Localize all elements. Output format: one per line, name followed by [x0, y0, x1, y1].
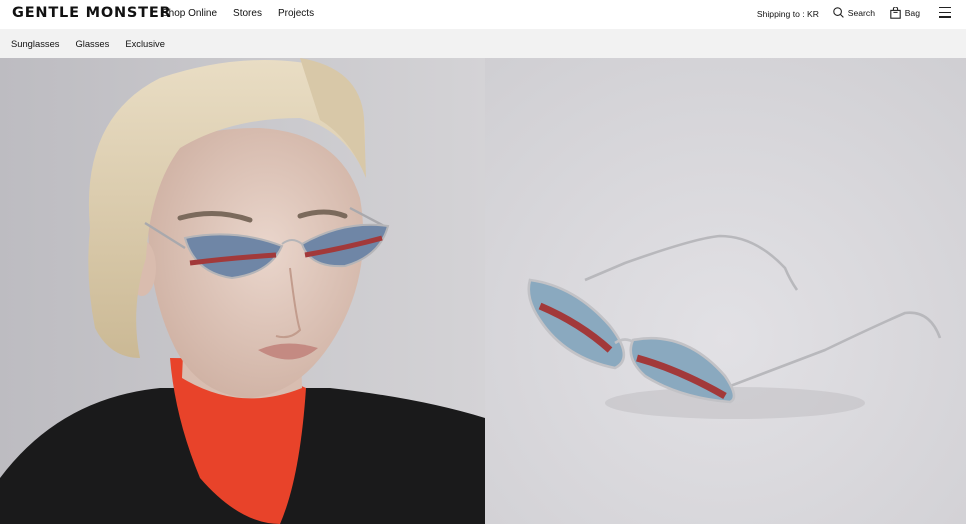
search-icon [833, 7, 844, 18]
product-photo[interactable] [485, 58, 966, 524]
category-glasses[interactable]: Glasses [75, 38, 109, 49]
bag-button[interactable]: Bag [889, 7, 920, 19]
category-nav: Sunglasses Glasses Exclusive [11, 38, 165, 49]
nav-stores[interactable]: Stores [233, 8, 262, 19]
category-sunglasses[interactable]: Sunglasses [11, 38, 59, 49]
category-exclusive[interactable]: Exclusive [125, 38, 165, 49]
category-bar: Sunglasses Glasses Exclusive [0, 29, 966, 58]
sunglasses-product-illustration [485, 58, 966, 524]
model-photo-illustration [0, 58, 485, 524]
bag-icon [889, 7, 901, 19]
main-nav: Shop Online Stores Projects [162, 8, 314, 19]
search-button[interactable]: Search [833, 7, 875, 18]
shipping-selector[interactable]: Shipping to : KR [757, 9, 819, 19]
model-photo[interactable] [0, 58, 485, 524]
bag-label: Bag [904, 8, 920, 18]
nav-shop-online[interactable]: Shop Online [162, 8, 217, 19]
top-navigation-bar: GENTLE MONSTER Shop Online Stores Projec… [0, 0, 966, 29]
nav-projects[interactable]: Projects [278, 8, 314, 19]
shipping-label: Shipping to : KR [756, 9, 819, 19]
search-label: Search [847, 7, 875, 18]
brand-logo[interactable]: GENTLE MONSTER [12, 5, 172, 21]
hamburger-menu-icon[interactable] [939, 7, 951, 19]
